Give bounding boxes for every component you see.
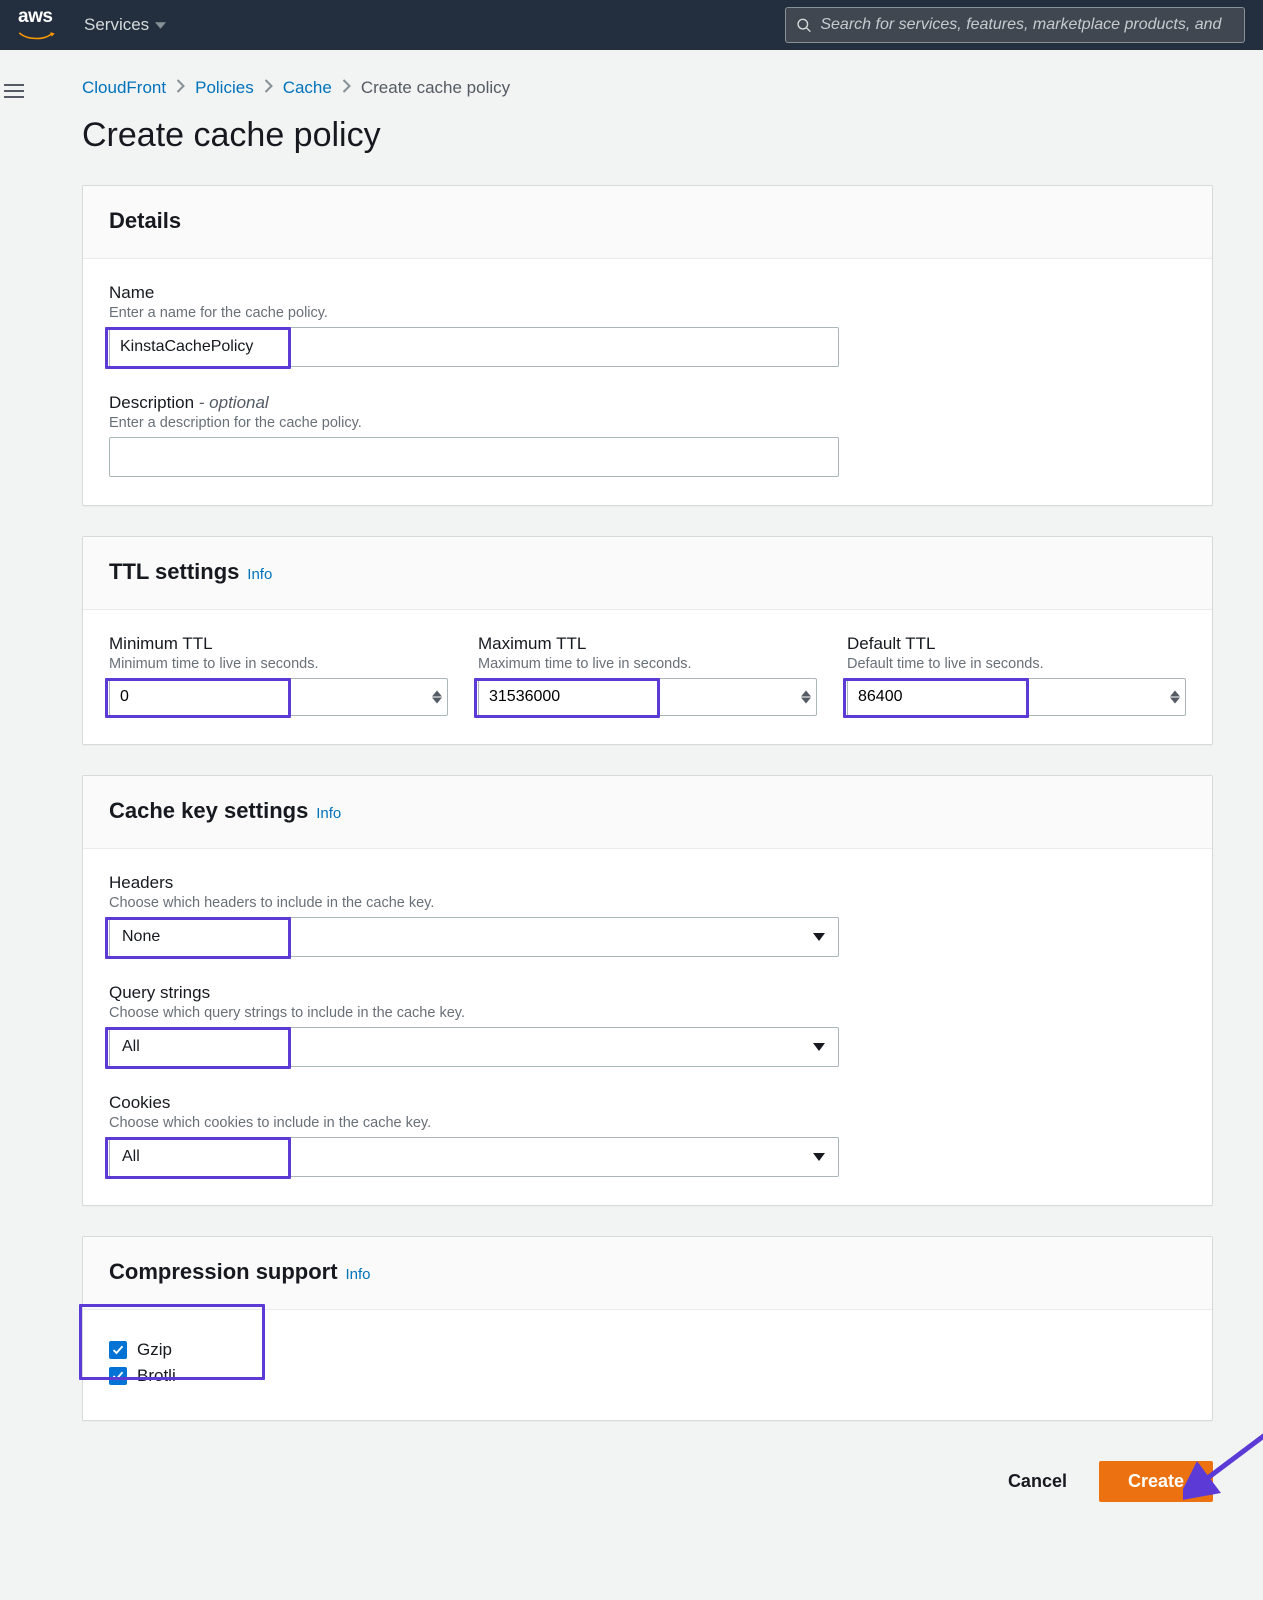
query-strings-value: All (122, 1038, 140, 1056)
panel-compression: Compression support Info Gzip Brotli (82, 1236, 1213, 1421)
services-label: Services (84, 15, 149, 35)
default-ttl-input[interactable] (847, 678, 1186, 716)
search-icon (796, 17, 812, 34)
global-search[interactable] (785, 7, 1245, 43)
cookies-value: All (122, 1148, 140, 1166)
headers-value: None (122, 928, 160, 946)
compression-info-link[interactable]: Info (345, 1266, 370, 1283)
compression-heading: Compression support (109, 1259, 338, 1284)
description-input[interactable] (109, 437, 839, 477)
query-strings-select[interactable]: All (109, 1027, 839, 1067)
cancel-button[interactable]: Cancel (990, 1461, 1085, 1502)
panel-cache-key: Cache key settings Info Headers Choose w… (82, 775, 1213, 1206)
gzip-checkbox[interactable] (109, 1341, 127, 1359)
brotli-label: Brotli (137, 1366, 176, 1386)
query-strings-hint: Choose which query strings to include in… (109, 1005, 1186, 1021)
description-label: Description - optional (109, 393, 1186, 413)
breadcrumb-cloudfront[interactable]: CloudFront (82, 78, 166, 98)
search-input[interactable] (812, 16, 1234, 34)
chevron-right-icon (264, 78, 273, 98)
details-heading: Details (109, 208, 181, 233)
aws-smile-icon (18, 31, 56, 41)
max-ttl-hint: Maximum time to live in seconds. (478, 656, 817, 672)
headers-hint: Choose which headers to include in the c… (109, 895, 1186, 911)
headers-select[interactable]: None (109, 917, 839, 957)
check-icon (112, 1370, 124, 1382)
breadcrumb-policies[interactable]: Policies (195, 78, 254, 98)
max-ttl-input[interactable] (478, 678, 817, 716)
ttl-info-link[interactable]: Info (247, 566, 272, 583)
min-ttl-hint: Minimum time to live in seconds. (109, 656, 448, 672)
main-content: CloudFront Policies Cache Create cache p… (32, 50, 1263, 1552)
create-button[interactable]: Create (1099, 1461, 1213, 1502)
chevron-right-icon (342, 78, 351, 98)
services-menu-button[interactable]: Services (84, 15, 166, 35)
hamburger-menu-icon[interactable] (4, 84, 26, 98)
panel-ttl: TTL settings Info Minimum TTL Minimum ti… (82, 536, 1213, 745)
query-strings-label: Query strings (109, 983, 1186, 1003)
cookies-select[interactable]: All (109, 1137, 839, 1177)
footer-actions: Cancel Create (82, 1451, 1213, 1512)
check-icon (112, 1344, 124, 1356)
cookies-label: Cookies (109, 1093, 1186, 1113)
gzip-label: Gzip (137, 1340, 172, 1360)
caret-down-icon (155, 20, 166, 31)
min-ttl-input[interactable] (109, 678, 448, 716)
default-ttl-hint: Default time to live in seconds. (847, 656, 1186, 672)
top-nav: aws Services (0, 0, 1263, 50)
side-rail (0, 50, 30, 132)
cache-key-info-link[interactable]: Info (316, 805, 341, 822)
breadcrumb: CloudFront Policies Cache Create cache p… (82, 78, 1213, 98)
aws-logo[interactable]: aws (18, 6, 56, 44)
max-ttl-label: Maximum TTL (478, 634, 817, 654)
name-label: Name (109, 283, 1186, 303)
ttl-heading: TTL settings (109, 559, 239, 584)
aws-logo-text: aws (18, 6, 56, 28)
brotli-checkbox[interactable] (109, 1367, 127, 1385)
default-ttl-label: Default TTL (847, 634, 1186, 654)
panel-details: Details Name Enter a name for the cache … (82, 185, 1213, 506)
headers-label: Headers (109, 873, 1186, 893)
name-input[interactable] (109, 327, 839, 367)
page-title: Create cache policy (82, 116, 1213, 155)
breadcrumb-cache[interactable]: Cache (283, 78, 332, 98)
cache-key-heading: Cache key settings (109, 798, 308, 823)
min-ttl-label: Minimum TTL (109, 634, 448, 654)
chevron-right-icon (176, 78, 185, 98)
breadcrumb-current: Create cache policy (361, 78, 510, 98)
description-hint: Enter a description for the cache policy… (109, 415, 1186, 431)
cookies-hint: Choose which cookies to include in the c… (109, 1115, 1186, 1131)
name-hint: Enter a name for the cache policy. (109, 305, 1186, 321)
